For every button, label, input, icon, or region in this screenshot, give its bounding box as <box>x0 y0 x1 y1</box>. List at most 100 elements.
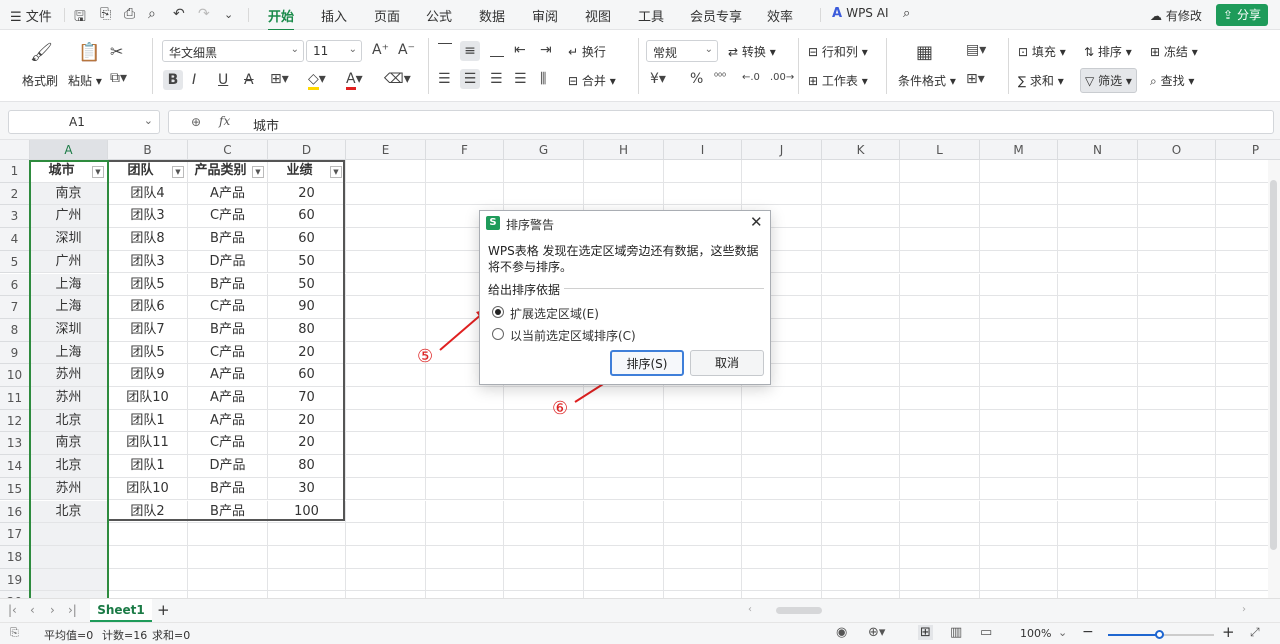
empty-cell[interactable] <box>426 455 504 478</box>
empty-cell[interactable] <box>30 523 108 546</box>
number-format-select[interactable]: 常规 ⌄ <box>646 40 718 62</box>
macro-icon[interactable]: ⎘ <box>10 626 19 640</box>
empty-cell[interactable] <box>426 160 504 183</box>
empty-cell[interactable] <box>1138 364 1216 387</box>
empty-cell[interactable] <box>1058 364 1138 387</box>
table-cell[interactable]: 团队1 <box>108 409 188 433</box>
empty-cell[interactable] <box>426 182 504 206</box>
column-header-c[interactable]: C <box>188 140 268 160</box>
conditional-format-icon[interactable]: ▦ <box>916 42 933 63</box>
empty-cell[interactable] <box>504 182 584 206</box>
row-header-18[interactable]: 18 <box>0 545 30 569</box>
empty-cell[interactable] <box>1058 455 1138 478</box>
header-cell[interactable]: 城市 ▼ <box>30 160 108 183</box>
table-cell[interactable]: A产品 <box>188 409 268 433</box>
row-header-12[interactable]: 12 <box>0 409 30 433</box>
empty-cell[interactable] <box>742 500 822 524</box>
empty-cell[interactable] <box>346 341 426 365</box>
horizontal-scrollbar-thumb[interactable] <box>776 607 822 614</box>
empty-cell[interactable] <box>1138 250 1216 274</box>
empty-cell[interactable] <box>822 228 900 251</box>
underline-button[interactable]: U <box>218 72 228 88</box>
empty-cell[interactable] <box>1058 182 1138 206</box>
table-cell[interactable]: 广州 <box>30 250 108 274</box>
decrease-decimal-icon[interactable]: .00→ <box>770 72 794 83</box>
empty-cell[interactable] <box>822 409 900 433</box>
empty-cell[interactable] <box>1138 568 1216 592</box>
empty-cell[interactable] <box>504 160 584 183</box>
empty-cell[interactable] <box>346 228 426 251</box>
row-header-20[interactable]: 20 <box>0 591 30 598</box>
tab-home[interactable]: 开始 <box>268 6 295 31</box>
empty-cell[interactable] <box>268 591 346 598</box>
table-cell[interactable]: C产品 <box>188 341 268 365</box>
cancel-button[interactable]: 取消 <box>690 350 764 376</box>
empty-cell[interactable] <box>1138 296 1216 319</box>
empty-cell[interactable] <box>980 341 1058 365</box>
zoom-out-icon[interactable]: − <box>1082 624 1094 640</box>
empty-cell[interactable] <box>346 182 426 206</box>
empty-cell[interactable] <box>900 591 980 598</box>
column-header-m[interactable]: M <box>980 140 1058 160</box>
empty-cell[interactable] <box>188 568 268 592</box>
fx-icon[interactable]: fx <box>219 114 230 128</box>
merge-button[interactable]: ⊟ 合并 ▾ <box>568 72 616 89</box>
increase-indent-icon[interactable]: ⇥ <box>540 42 552 58</box>
empty-cell[interactable] <box>346 205 426 229</box>
empty-cell[interactable] <box>1138 432 1216 456</box>
table-cell[interactable]: B产品 <box>188 318 268 342</box>
empty-cell[interactable] <box>1138 387 1216 410</box>
align-center-icon[interactable]: ☰ <box>460 69 480 89</box>
empty-cell[interactable] <box>1138 228 1216 251</box>
table-cell[interactable]: 团队7 <box>108 318 188 342</box>
empty-cell[interactable] <box>504 523 584 546</box>
empty-cell[interactable] <box>1138 455 1216 478</box>
empty-cell[interactable] <box>980 160 1058 183</box>
empty-cell[interactable] <box>1058 591 1138 598</box>
empty-cell[interactable] <box>504 387 584 410</box>
table-cell[interactable]: 30 <box>268 477 346 501</box>
empty-cell[interactable] <box>108 568 188 592</box>
empty-cell[interactable] <box>504 591 584 598</box>
empty-cell[interactable] <box>346 455 426 478</box>
empty-cell[interactable] <box>1138 477 1216 501</box>
table-cell[interactable]: 团队1 <box>108 455 188 478</box>
empty-cell[interactable] <box>1138 205 1216 229</box>
table-cell[interactable]: 南京 <box>30 182 108 206</box>
empty-cell[interactable] <box>1138 273 1216 297</box>
wrap-button[interactable]: ↵ 换行 <box>568 43 606 60</box>
empty-cell[interactable] <box>426 432 504 456</box>
column-header-g[interactable]: G <box>504 140 584 160</box>
page-layout-icon[interactable]: ▥ <box>950 625 962 640</box>
tab-view[interactable]: 视图 <box>585 6 611 25</box>
conditional-format-button[interactable]: 条件格式 ▾ <box>898 72 956 89</box>
table-cell[interactable]: 60 <box>268 205 346 229</box>
empty-cell[interactable] <box>346 523 426 546</box>
empty-cell[interactable] <box>584 523 664 546</box>
empty-cell[interactable] <box>504 432 584 456</box>
tab-data[interactable]: 数据 <box>479 6 505 25</box>
row-header-14[interactable]: 14 <box>0 455 30 478</box>
empty-cell[interactable] <box>900 182 980 206</box>
empty-cell[interactable] <box>1058 228 1138 251</box>
empty-cell[interactable] <box>584 409 664 433</box>
table-cell[interactable]: C产品 <box>188 432 268 456</box>
increase-decimal-icon[interactable]: ←.0 <box>742 72 760 83</box>
radio-current-selection[interactable] <box>492 328 504 340</box>
empty-cell[interactable] <box>822 250 900 274</box>
empty-cell[interactable] <box>1138 591 1216 598</box>
table-cell[interactable]: 上海 <box>30 341 108 365</box>
empty-cell[interactable] <box>980 296 1058 319</box>
redo-icon[interactable]: ↷ <box>198 6 210 22</box>
table-cell[interactable]: 100 <box>268 500 346 524</box>
next-sheet-icon[interactable]: › <box>50 603 55 617</box>
table-cell[interactable]: C产品 <box>188 296 268 319</box>
empty-cell[interactable] <box>30 591 108 598</box>
empty-cell[interactable] <box>980 455 1058 478</box>
empty-cell[interactable] <box>426 500 504 524</box>
table-cell[interactable]: B产品 <box>188 228 268 251</box>
empty-cell[interactable] <box>346 500 426 524</box>
header-cell[interactable]: 团队 ▼ <box>108 160 188 183</box>
export-icon[interactable]: ⎘ <box>100 6 111 22</box>
column-header-o[interactable]: O <box>1138 140 1216 160</box>
